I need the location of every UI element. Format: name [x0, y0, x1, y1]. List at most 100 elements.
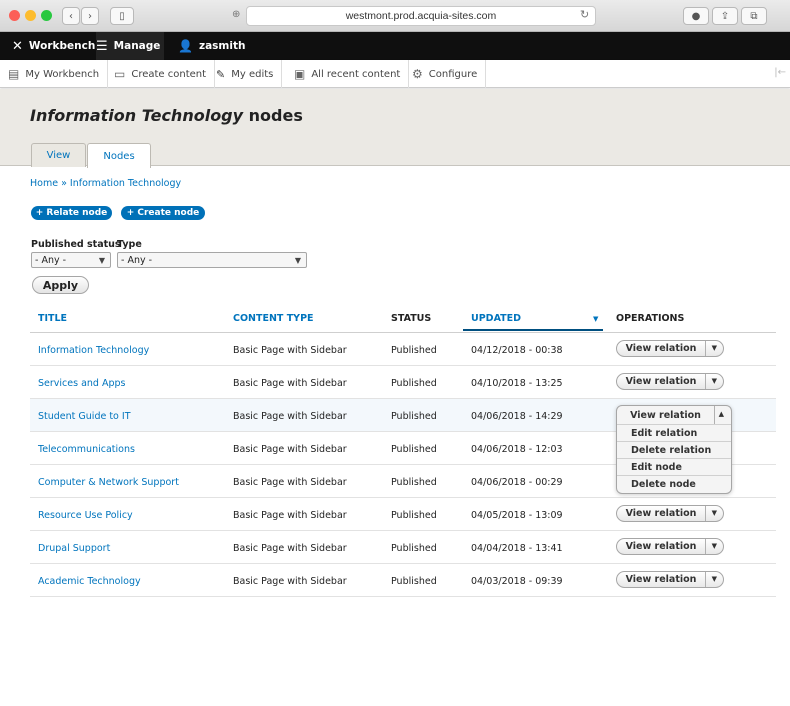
- minimize-window-button[interactable]: [25, 10, 36, 21]
- user-toolbar-item[interactable]: 👤 zasmith: [178, 32, 245, 60]
- operations-button[interactable]: View relation ▼: [616, 373, 724, 390]
- row-title-link[interactable]: Computer & Network Support: [38, 477, 179, 488]
- zoom-window-button[interactable]: [41, 10, 52, 21]
- delete-node-item[interactable]: Delete node: [617, 475, 731, 492]
- chevron-down-icon[interactable]: ▼: [712, 542, 717, 550]
- chevron-down-icon[interactable]: ▼: [712, 344, 717, 352]
- breadcrumb[interactable]: Home » Information Technology: [30, 178, 181, 189]
- extension-button[interactable]: ●: [683, 7, 709, 25]
- row-updated: 04/06/2018 - 00:29: [471, 477, 563, 488]
- tabs-icon: ⧉: [750, 10, 758, 22]
- view-relation-button[interactable]: View relation: [617, 572, 706, 587]
- user-icon: 👤: [178, 39, 193, 53]
- url-bar[interactable]: westmont.prod.acquia-sites.com: [246, 6, 596, 26]
- row-status: Published: [391, 543, 437, 554]
- dropdown-arrow-icon: ▼: [98, 256, 105, 265]
- share-button[interactable]: ⇪: [712, 7, 738, 25]
- relate-node-button[interactable]: + Relate node: [31, 206, 112, 220]
- row-status: Published: [391, 444, 437, 455]
- table-row: Academic Technology Basic Page with Side…: [30, 564, 776, 597]
- row-updated: 04/03/2018 - 09:39: [471, 576, 563, 587]
- table-row: Drupal Support Basic Page with Sidebar P…: [30, 531, 776, 564]
- chevron-up-icon[interactable]: ▲: [719, 410, 724, 418]
- operations-button[interactable]: View relation ▼: [616, 538, 724, 555]
- privacy-icon: ⊕: [232, 9, 241, 20]
- tray-item-configure[interactable]: ⚙ Configure: [404, 60, 487, 88]
- sort-indicator: [463, 329, 603, 331]
- select-value: - Any -: [35, 254, 67, 266]
- row-title-link[interactable]: Services and Apps: [38, 378, 125, 389]
- back-button[interactable]: ‹: [62, 7, 80, 25]
- row-content-type: Basic Page with Sidebar: [233, 378, 347, 389]
- column-header-content-type[interactable]: CONTENT TYPE: [233, 313, 314, 324]
- sort-descending-icon[interactable]: ▼: [593, 315, 598, 323]
- menu-icon: ☰: [96, 38, 108, 54]
- tools-icon: ✕: [12, 38, 23, 54]
- operations-button[interactable]: View relation ▼: [616, 340, 724, 357]
- share-icon: ⇪: [720, 10, 730, 22]
- tray-item-label: Configure: [428, 68, 478, 80]
- tray-item-label: My Workbench: [25, 68, 100, 80]
- type-label: Type: [117, 239, 142, 250]
- tray-item-label: My edits: [231, 68, 274, 80]
- edit-relation-item[interactable]: Edit relation: [617, 424, 731, 441]
- sidebar-toggle-button[interactable]: ▯: [110, 7, 134, 25]
- chevron-down-icon[interactable]: ▼: [712, 509, 717, 517]
- forward-button[interactable]: ›: [81, 7, 99, 25]
- row-updated: 04/10/2018 - 13:25: [471, 378, 563, 389]
- view-relation-button[interactable]: View relation: [617, 374, 706, 389]
- row-content-type: Basic Page with Sidebar: [233, 444, 347, 455]
- chevron-right-icon: ›: [88, 10, 92, 22]
- type-select[interactable]: - Any - ▼: [117, 252, 307, 268]
- tray-item-my-edits[interactable]: ✎ My edits: [208, 60, 283, 88]
- row-title-link[interactable]: Academic Technology: [38, 576, 141, 587]
- row-title-link[interactable]: Telecommunications: [38, 444, 135, 455]
- row-content-type: Basic Page with Sidebar: [233, 510, 347, 521]
- tray-item-my-workbench[interactable]: ▤ My Workbench: [0, 60, 109, 88]
- tray-item-all-recent-content[interactable]: ▣ All recent content: [286, 60, 410, 88]
- user-label: zasmith: [198, 40, 246, 52]
- workbench-toolbar-item[interactable]: ✕ Workbench: [12, 32, 95, 60]
- chevron-down-icon[interactable]: ▼: [712, 377, 717, 385]
- view-relation-button[interactable]: View relation: [617, 341, 706, 356]
- column-header-updated[interactable]: UPDATED: [471, 313, 521, 324]
- tray-item-create-content[interactable]: ▭ Create content: [106, 60, 216, 88]
- row-title-link[interactable]: Resource Use Policy: [38, 510, 133, 521]
- column-header-operations: OPERATIONS: [616, 313, 685, 324]
- tab-nodes[interactable]: Nodes: [87, 143, 151, 168]
- close-window-button[interactable]: [9, 10, 20, 21]
- row-updated: 04/06/2018 - 14:29: [471, 411, 563, 422]
- row-content-type: Basic Page with Sidebar: [233, 543, 347, 554]
- column-header-title[interactable]: TITLE: [38, 313, 67, 324]
- manage-toolbar-item[interactable]: ☰ Manage: [96, 32, 164, 60]
- operations-dropdown: View relation ▲ Edit relation Delete rel…: [616, 405, 732, 494]
- gear-icon: ⚙: [412, 67, 423, 81]
- operations-button[interactable]: View relation ▼: [616, 505, 724, 522]
- table-row: Services and Apps Basic Page with Sideba…: [30, 366, 776, 399]
- row-title-link[interactable]: Information Technology: [38, 345, 149, 356]
- tab-view[interactable]: View: [31, 143, 86, 167]
- edit-node-item[interactable]: Edit node: [617, 458, 731, 475]
- row-updated: 04/06/2018 - 12:03: [471, 444, 563, 455]
- workbench-label: Workbench: [28, 40, 96, 52]
- apply-button[interactable]: Apply: [32, 276, 89, 294]
- table-row: Resource Use Policy Basic Page with Side…: [30, 498, 776, 531]
- row-title-link[interactable]: Drupal Support: [38, 543, 110, 554]
- view-relation-button[interactable]: View relation: [617, 406, 715, 424]
- reload-icon[interactable]: ↻: [580, 8, 589, 21]
- view-relation-button[interactable]: View relation: [617, 539, 706, 554]
- chevron-down-icon[interactable]: ▼: [712, 575, 717, 583]
- dropdown-arrow-icon: ▼: [294, 256, 301, 265]
- row-title-link[interactable]: Student Guide to IT: [38, 411, 131, 422]
- row-status: Published: [391, 345, 437, 356]
- delete-relation-item[interactable]: Delete relation: [617, 441, 731, 458]
- published-status-select[interactable]: - Any - ▼: [31, 252, 111, 268]
- select-value: - Any -: [121, 254, 153, 266]
- operations-button[interactable]: View relation ▼: [616, 571, 724, 588]
- tray-orientation-toggle-icon[interactable]: |←: [774, 67, 786, 78]
- table-row: Information Technology Basic Page with S…: [30, 333, 776, 366]
- tabs-button[interactable]: ⧉: [741, 7, 767, 25]
- column-header-status: STATUS: [391, 313, 432, 324]
- create-node-button[interactable]: + Create node: [121, 206, 205, 220]
- view-relation-button[interactable]: View relation: [617, 506, 706, 521]
